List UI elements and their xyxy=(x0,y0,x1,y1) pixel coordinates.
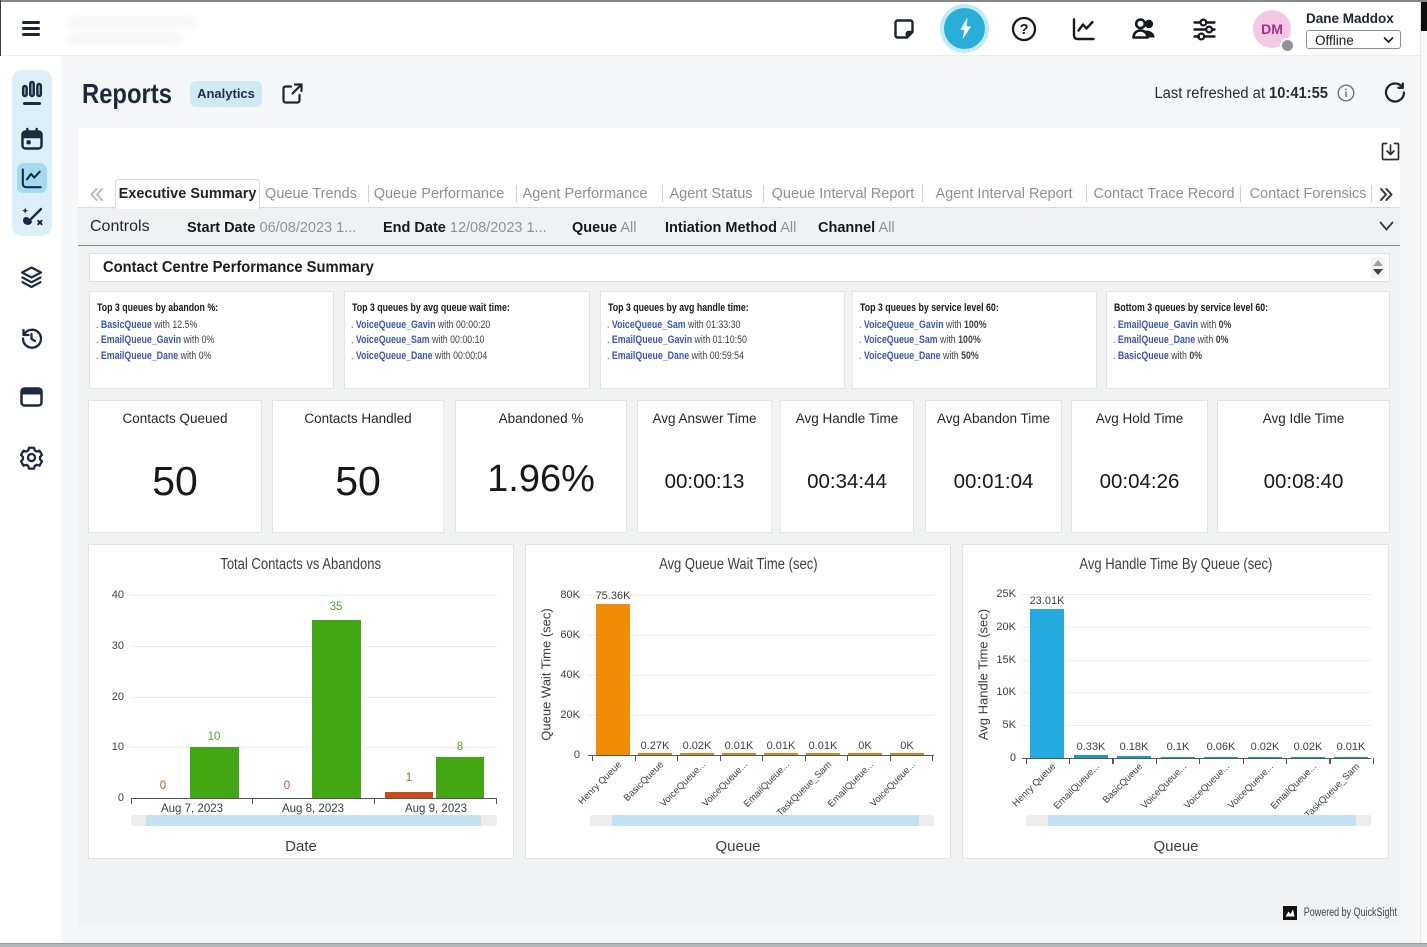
svg-text:EmailQueue...: EmailQueue... xyxy=(1052,761,1102,811)
svg-text:Henry Queue: Henry Queue xyxy=(576,759,624,807)
svg-text:?: ? xyxy=(1020,22,1029,38)
svg-text:BasicQueue: BasicQueue xyxy=(622,759,666,803)
svg-text:Henry Queue: Henry Queue xyxy=(1010,761,1058,809)
svg-text:BasicQueue: BasicQueue xyxy=(1101,761,1145,805)
svg-text:VoiceQueue...: VoiceQueue... xyxy=(1182,761,1232,811)
